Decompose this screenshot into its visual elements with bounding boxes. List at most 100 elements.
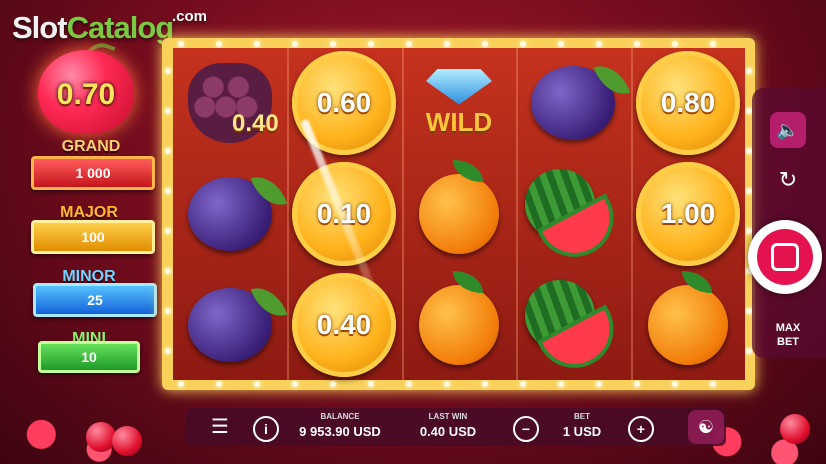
grand-label: GRAND [61, 138, 121, 155]
coin-symbol: 0.40 [292, 273, 396, 377]
frame-bulb [178, 381, 184, 387]
frame-bulb [672, 381, 678, 387]
cherry-decoration-icon [112, 426, 142, 456]
frame-bulb [634, 381, 640, 387]
frame-bulb [368, 41, 374, 47]
reel-cell [516, 159, 630, 271]
menu-button[interactable]: ☰ [206, 414, 234, 440]
frame-bulb [558, 381, 564, 387]
grand-value: 1 000 [31, 156, 155, 190]
frame-bulb [482, 41, 488, 47]
max-bet-button[interactable]: MAX BET [760, 321, 816, 349]
slotcatalog-logo: SlotCatalog .com [12, 8, 207, 46]
balance-label: BALANCE [320, 412, 360, 421]
speaker-icon: 🔈 [776, 119, 800, 140]
reel-cell [516, 48, 630, 158]
reel-cell [516, 270, 630, 382]
bet-value: 1 USD [562, 424, 602, 439]
wild-symbol: WILD [407, 51, 511, 155]
autoplay-button[interactable]: ↻ [772, 166, 804, 194]
minor-value: 25 [33, 283, 157, 317]
frame-bulb [330, 41, 336, 47]
reel-cell: WILD [402, 48, 516, 158]
frame-bulb [216, 41, 222, 47]
bet-increase-button[interactable]: + [628, 416, 654, 442]
frame-bulb [292, 381, 298, 387]
frame-bulb [178, 41, 184, 47]
coin-symbol: 1.00 [636, 162, 740, 266]
sound-button[interactable]: 🔈 [770, 112, 806, 148]
reel-cell [631, 270, 745, 380]
reel-cell: 0.40 [287, 270, 401, 380]
frame-bulb [165, 228, 171, 234]
watermelon-symbol [525, 169, 628, 271]
autoplay-icon: ↻ [778, 167, 798, 192]
frame-bulb [520, 41, 526, 47]
reel-cell [402, 159, 516, 269]
frame-bulb [520, 381, 526, 387]
frame-bulb [406, 381, 412, 387]
frame-bulb [444, 41, 450, 47]
frame-bulb [254, 381, 260, 387]
max-bet-line2: BET [777, 336, 799, 348]
reel-cell: 1.00 [631, 159, 745, 269]
bet-label: BET [574, 412, 590, 421]
frame-bulb [254, 41, 260, 47]
coin-value: 0.40 [316, 309, 372, 340]
frame-bulb [368, 381, 374, 387]
reel-cell [173, 48, 287, 158]
orange-symbol [419, 160, 499, 254]
orange-symbol [419, 271, 499, 365]
last-win-label: LAST WIN [428, 412, 468, 421]
frame-bulb [406, 41, 412, 47]
frame-bulb [596, 381, 602, 387]
coin-symbol: 0.80 [636, 51, 740, 155]
frame-bulb [596, 41, 602, 47]
frame-bulb [165, 68, 171, 74]
bet-decrease-button[interactable]: − [513, 416, 539, 442]
frame-bulb [165, 148, 171, 154]
frame-bulb [165, 308, 171, 314]
orange-symbol [648, 271, 728, 365]
frame-bulb [746, 348, 752, 354]
reel-cell: 0.80 [631, 48, 745, 158]
frame-bulb [710, 41, 716, 47]
frame-bulb [558, 41, 564, 47]
frame-bulb [165, 268, 171, 274]
frame-bulb [482, 381, 488, 387]
spin-button-inner [757, 229, 813, 285]
major-value: 100 [31, 220, 155, 254]
plum-symbol [531, 66, 615, 140]
reel-cell: 0.60 [287, 48, 401, 158]
mini-value: 10 [38, 341, 140, 373]
coins-stack-icon: ☯ [697, 417, 715, 437]
frame-bulb [746, 68, 752, 74]
reel-area: 0.60WILD0.800.101.000.40 [173, 48, 745, 382]
logo-part-catalog: Catalog [66, 10, 175, 45]
frame-bulb [330, 381, 336, 387]
frame-bulb [292, 41, 298, 47]
coin-value: 0.60 [316, 87, 372, 118]
reel-cell [173, 159, 287, 269]
frame-bulb [672, 41, 678, 47]
coin-value: 1.00 [660, 198, 716, 229]
frame-bulb [165, 108, 171, 114]
spin-button[interactable] [748, 220, 822, 294]
last-win-value: 0.40 USD [419, 424, 477, 439]
spin-icon [771, 243, 799, 271]
bet-coins-button[interactable]: ☯ [688, 410, 724, 444]
max-bet-line1: MAX [775, 322, 801, 334]
reel-cell [402, 270, 516, 380]
plum-symbol [188, 177, 272, 251]
cherry-decoration-icon [780, 414, 810, 444]
frame-bulb [710, 381, 716, 387]
logo-suffix: .com [172, 8, 208, 25]
cherry-jackpot-value: 0.70 [56, 78, 116, 111]
wild-label: WILD [425, 106, 493, 137]
info-button[interactable]: i [253, 416, 279, 442]
frame-bulb [165, 188, 171, 194]
diamond-icon [426, 68, 492, 105]
frame-bulb [216, 381, 222, 387]
logo-part-slot: Slot [12, 10, 68, 45]
coin-value: 0.80 [660, 87, 716, 118]
